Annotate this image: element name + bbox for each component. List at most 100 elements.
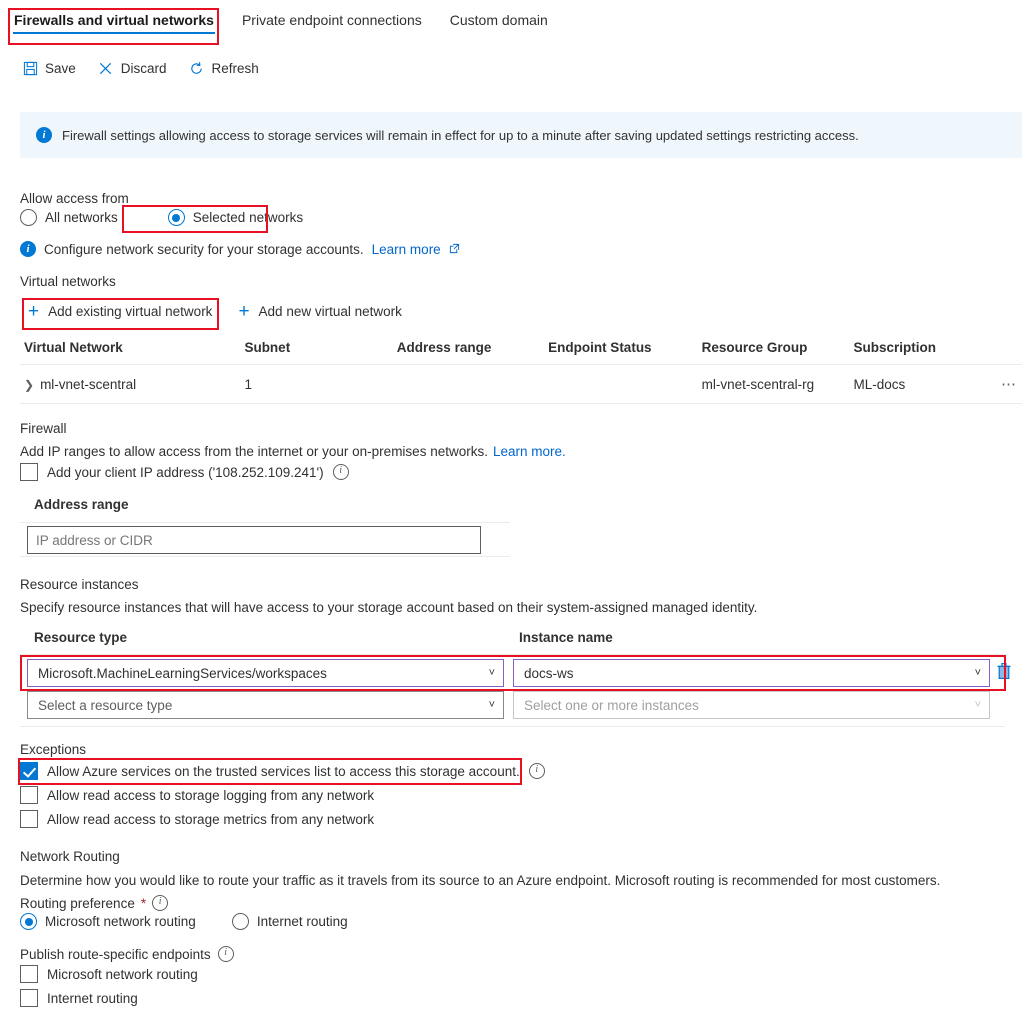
tab-strip: Firewalls and virtual networks Private e… [0,0,1032,48]
chevron-down-icon: ˅ [974,667,981,679]
discard-button[interactable]: Discard [98,60,167,76]
discard-icon [98,60,114,76]
allow-access-from-label: Allow access from [20,191,129,206]
column-header-address-range: Address range [392,338,545,365]
plus-icon: + [238,300,250,322]
add-client-ip-checkbox[interactable] [20,463,38,481]
cell-endpoint-status [544,364,698,404]
network-routing-heading: Network Routing [20,849,120,864]
firewall-heading: Firewall [20,421,67,436]
address-range-divider [20,522,510,523]
virtual-network-name: ml-vnet-scentral [40,376,137,392]
publish-endpoints-label-row: Publish route-specific endpoints i [20,946,234,962]
save-button[interactable]: Save [22,60,76,76]
resource-instances-divider [20,654,1005,655]
column-header-resource-group: Resource Group [697,338,850,365]
column-header-subscription: Subscription [849,338,984,365]
exception-storage-metrics-row: Allow read access to storage metrics fro… [20,810,374,828]
instance-name-dropdown-2: Select one or more instances ˅ [513,691,990,719]
tab-custom-domain[interactable]: Custom domain [436,0,562,38]
virtual-networks-actions: + Add existing virtual network + Add new… [22,300,408,323]
publish-internet-routing-label: Internet routing [47,990,138,1006]
radio-label: All networks [45,210,118,225]
routing-preference-label: Routing preference [20,895,135,911]
instance-name-column-label: Instance name [519,630,613,645]
radio-label: Selected networks [192,210,304,225]
chevron-right-icon[interactable]: ❯ [24,378,34,392]
info-banner-text: Firewall settings allowing access to sto… [62,127,859,143]
resource-instances-description: Specify resource instances that will hav… [20,600,758,615]
ellipsis-icon[interactable]: ⋯ [1001,376,1018,393]
radio-microsoft-network-routing[interactable]: Microsoft network routing [20,913,196,930]
resource-type-column-label: Resource type [34,630,128,645]
allow-storage-logging-label: Allow read access to storage logging fro… [47,787,375,803]
learn-more-link[interactable]: Learn more [372,242,441,257]
allow-trusted-services-label: Allow Azure services on the trusted serv… [47,763,520,779]
instance-name-dropdown-1[interactable]: docs-ws ˅ [513,659,990,687]
radio-label: Internet routing [256,914,348,929]
instance-name-value: docs-ws [524,665,574,681]
radio-all-networks[interactable]: All networks [20,209,118,226]
cell-subnet: 1 [240,364,393,404]
add-client-ip-label: Add your client IP address ('108.252.109… [47,464,324,480]
info-icon[interactable]: i [332,464,349,480]
publish-microsoft-network-routing-checkbox[interactable] [20,965,38,983]
refresh-icon [189,60,205,76]
radio-label: Microsoft network routing [45,914,196,929]
required-marker: * [140,895,147,911]
instance-name-placeholder: Select one or more instances [524,697,699,713]
address-range-input[interactable] [27,526,481,554]
command-bar: Save Discard Refresh [22,60,259,76]
exception-storage-logging-row: Allow read access to storage logging fro… [20,786,374,804]
routing-preference-label-row: Routing preference * i [20,895,169,911]
cell-actions: ⋯ [983,364,1022,404]
network-routing-description: Determine how you would like to route yo… [20,873,941,888]
allow-trusted-services-checkbox[interactable] [20,762,38,780]
resource-type-dropdown-2[interactable]: Select a resource type ˅ [27,691,504,719]
radio-selected-networks[interactable]: Selected networks [167,209,304,226]
firewall-description-text: Add IP ranges to allow access from the i… [20,444,488,459]
cell-resource-group: ml-vnet-scentral-rg [697,364,850,404]
firewall-learn-more-link[interactable]: Learn more. [493,444,566,459]
column-header-endpoint-status: Endpoint Status [544,338,698,365]
column-header-actions [983,338,1022,365]
resource-instances-divider-bottom [20,726,1005,727]
publish-internet-routing-row: Internet routing [20,989,138,1007]
publish-endpoints-label: Publish route-specific endpoints [20,946,211,962]
firewall-description: Add IP ranges to allow access from the i… [20,444,566,459]
delete-resource-instance-button[interactable] [996,662,1012,683]
info-icon[interactable]: i [217,946,234,962]
exception-trusted-services-row: Allow Azure services on the trusted serv… [20,762,545,780]
add-existing-label: Add existing virtual network [48,304,213,319]
tab-private-endpoint-connections[interactable]: Private endpoint connections [228,0,436,38]
info-icon: i [20,241,36,257]
chevron-down-icon: ˅ [974,699,981,711]
exceptions-heading: Exceptions [20,742,87,757]
add-new-virtual-network-button[interactable]: + Add new virtual network [232,300,407,323]
resource-type-dropdown-1[interactable]: Microsoft.MachineLearningServices/worksp… [27,659,504,687]
radio-internet-routing[interactable]: Internet routing [231,913,348,930]
allow-storage-metrics-checkbox[interactable] [20,810,38,828]
network-security-hint: i Configure network security for your st… [20,241,460,257]
cell-subscription: ML-docs [849,364,984,404]
address-range-label: Address range [34,497,129,512]
radio-circle [167,209,185,226]
allow-storage-metrics-label: Allow read access to storage metrics fro… [47,811,375,827]
cell-address-range [392,364,545,404]
add-client-ip-checkbox-row: Add your client IP address ('108.252.109… [20,463,349,481]
tab-label: Custom domain [449,12,548,28]
add-existing-virtual-network-button[interactable]: + Add existing virtual network [22,300,218,323]
publish-internet-routing-checkbox[interactable] [20,989,38,1007]
allow-storage-logging-checkbox[interactable] [20,786,38,804]
info-icon[interactable]: i [152,895,169,911]
column-header-subnet: Subnet [240,338,393,365]
cell-virtual-network: ❯ ml-vnet-scentral [20,364,241,404]
tab-firewalls-and-virtual-networks[interactable]: Firewalls and virtual networks [0,0,228,38]
resource-type-value: Microsoft.MachineLearningServices/worksp… [38,665,327,681]
resource-instances-heading: Resource instances [20,577,139,592]
refresh-button[interactable]: Refresh [189,60,259,76]
table-row[interactable]: ❯ ml-vnet-scentral 1 ml-vnet-scentral-rg … [20,364,1022,404]
save-label: Save [45,60,76,76]
chevron-down-icon: ˅ [488,699,495,711]
info-icon[interactable]: i [528,763,545,779]
